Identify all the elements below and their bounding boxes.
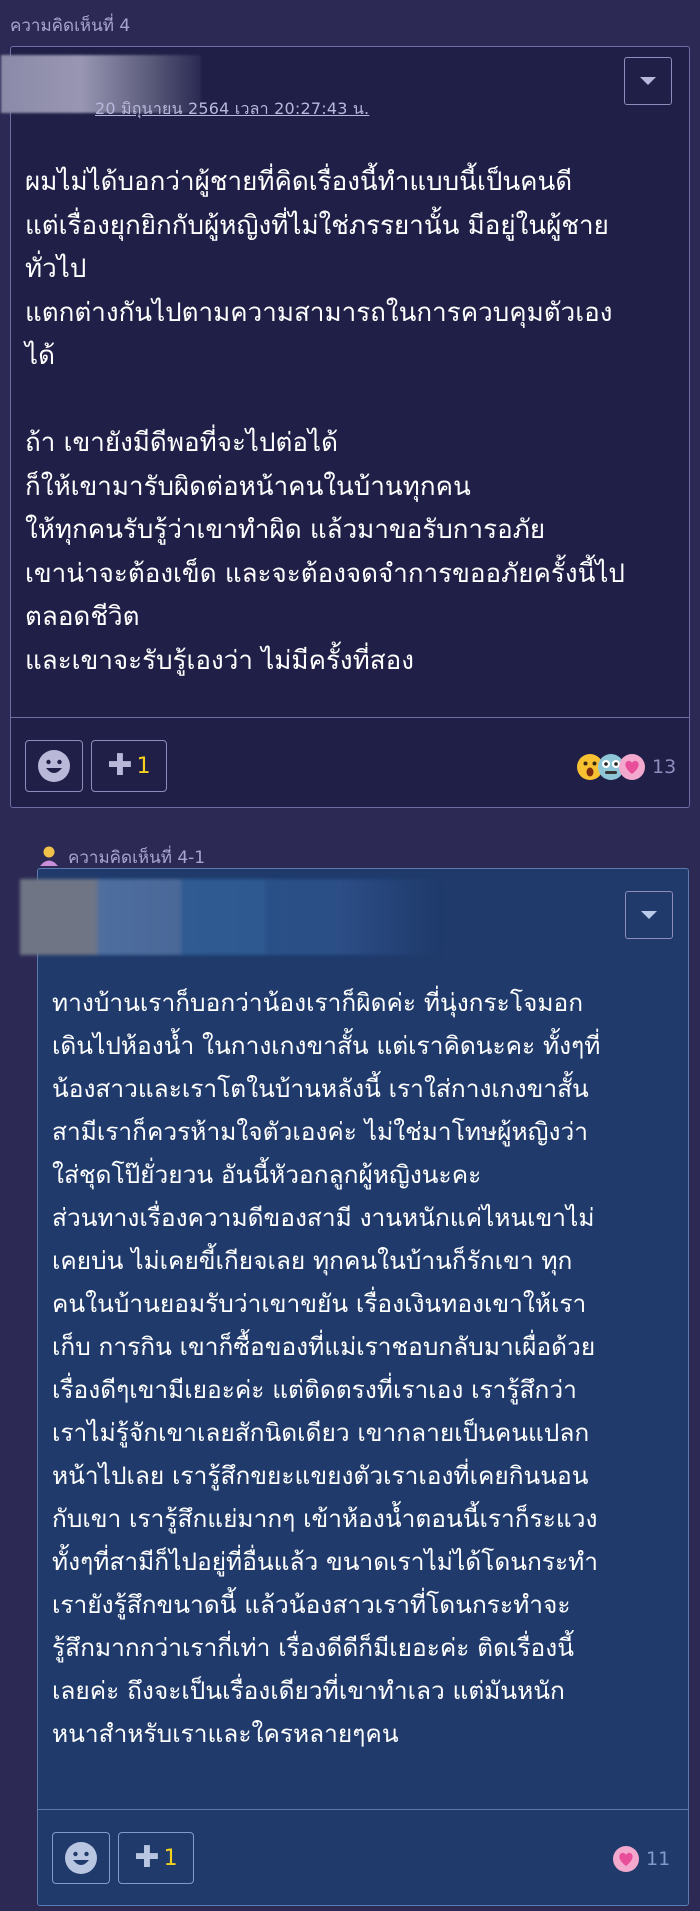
comment-timestamp[interactable]: 20 มิถุนายน 2564 เวลา 20:27:43 น. <box>95 97 369 122</box>
plus-count: 1 <box>163 1845 178 1871</box>
reaction-summary[interactable]: 13 <box>576 753 676 781</box>
chevron-down-icon <box>641 911 657 919</box>
reply-label: ความคิดเห็นที่ 4-1 <box>68 848 206 868</box>
plus-count: 1 <box>136 753 151 779</box>
divider <box>11 717 689 718</box>
heart-icon <box>613 1846 639 1872</box>
comment-menu-button[interactable] <box>624 57 672 105</box>
divider <box>38 1809 688 1810</box>
reaction-summary[interactable]: 11 <box>612 1845 670 1873</box>
plus-one-button[interactable]: ✚ 1 <box>91 740 167 792</box>
comment-body: ผมไม่ได้บอกว่าผู้ชายที่คิดเรื่องนี้ทำแบบ… <box>25 167 625 676</box>
comment-card: 20 มิถุนายน 2564 เวลา 20:27:43 น. ผมไม่ไ… <box>1 46 690 808</box>
plus-one-button[interactable]: ✚ 1 <box>118 1832 194 1884</box>
user-icon <box>40 846 58 866</box>
heart-icon <box>619 754 645 780</box>
reaction-count: 13 <box>652 756 677 778</box>
reply-menu-button[interactable] <box>625 891 673 939</box>
plus-icon: ✚ <box>134 1840 160 1875</box>
emoji-react-button[interactable] <box>52 1832 110 1884</box>
reaction-count: 11 <box>646 1848 671 1870</box>
plus-icon: ✚ <box>107 748 133 783</box>
avatar <box>20 879 440 955</box>
reply-card: ทางบ้านเราก็บอกว่าน้องเราก็ผิดค่ะ ที่นุ่… <box>20 868 689 1906</box>
reply-body: ทางบ้านเราก็บอกว่าน้องเราก็ผิดค่ะ ที่นุ่… <box>52 988 601 1748</box>
smiley-icon <box>65 1842 97 1874</box>
chevron-down-icon <box>640 77 656 85</box>
comment-label: ความคิดเห็นที่ 4 <box>10 16 131 36</box>
emoji-react-button[interactable] <box>25 740 83 792</box>
smiley-icon <box>38 750 70 782</box>
